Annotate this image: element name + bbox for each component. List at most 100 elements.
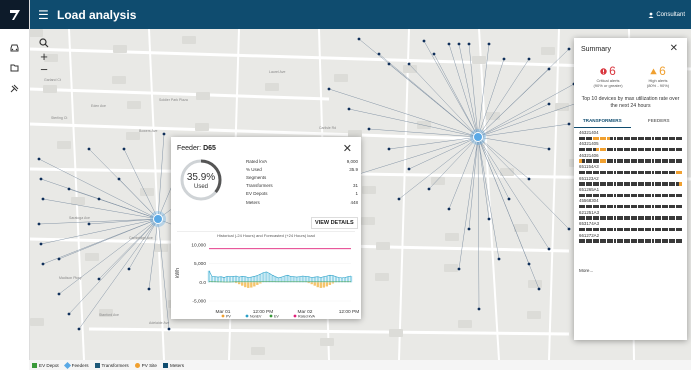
transformer-node[interactable] [327,87,331,91]
tab-transformers[interactable]: TRANSFORMERS [574,116,631,128]
transformer-node[interactable] [97,197,101,201]
transformer-node[interactable] [117,177,121,181]
transformer-node[interactable] [487,217,491,221]
y-axis-label: kWh [175,268,181,278]
transformer-node[interactable] [39,242,43,246]
device-item[interactable]: 661272A2 [579,233,683,245]
device-item[interactable]: 621251A3 [579,210,683,222]
pv-bar [250,282,253,288]
transformer-node[interactable] [432,52,436,56]
device-item[interactable]: 651265A1 [579,187,683,199]
transformer-node[interactable] [77,327,81,331]
transformer-node[interactable] [547,247,551,251]
transformer-node[interactable] [497,257,501,261]
transformer-node[interactable] [567,47,571,51]
device-item[interactable]: 651123A2 [579,176,683,188]
zoom-out-button[interactable]: − [38,63,50,77]
transformer-node[interactable] [357,37,361,41]
transformer-node[interactable] [387,62,391,66]
transformer-node[interactable] [447,42,451,46]
nonev-bar [231,276,235,283]
gauge-label: Used [193,184,208,190]
transformer-node[interactable] [57,292,61,296]
transformer-node[interactable] [87,222,91,226]
transformer-node[interactable] [67,187,71,191]
transformer-node[interactable] [367,127,371,131]
transformer-node[interactable] [37,222,41,226]
device-item[interactable]: 46321405 [579,142,683,153]
tab-feeders[interactable]: FEEDERS [631,116,688,128]
transformer-node[interactable] [407,62,411,66]
transformer-node[interactable] [127,267,131,271]
menu-icon[interactable]: ☰ [38,8,52,22]
device-item[interactable]: 653174A3 [579,222,683,233]
nonev-bar [241,276,244,283]
transformer-node[interactable] [457,42,461,46]
transformer-node[interactable] [487,42,491,46]
legend-item[interactable]: Meters [163,362,184,368]
transformer-node[interactable] [457,267,461,271]
transformer-node[interactable] [41,262,45,266]
folder-icon[interactable] [0,59,29,77]
transformer-node[interactable] [87,147,91,151]
view-details-button[interactable]: VIEW DETAILS [311,217,358,229]
device-id: 45568304 [579,198,599,204]
transformer-node[interactable] [537,287,541,291]
user-menu[interactable]: Consultant [648,12,685,18]
transformer-node[interactable] [527,177,531,181]
transformer-node[interactable] [547,147,551,151]
transformer-node[interactable] [407,167,411,171]
car-icon[interactable] [0,39,29,57]
transformer-node[interactable] [527,262,531,266]
device-id: 651154A3 [579,164,599,170]
device-item[interactable]: 651154A3 [579,164,683,176]
transformer-node[interactable] [37,157,41,161]
more-link[interactable]: More... [579,268,593,273]
legend-item[interactable]: EV Depot [32,362,59,368]
transformer-node[interactable] [467,227,471,231]
transformer-node[interactable] [41,197,45,201]
transformer-node[interactable] [67,312,71,316]
legend-item[interactable]: PV Site [134,362,157,368]
transformer-node[interactable] [547,67,551,71]
tools-icon[interactable] [0,79,29,97]
pv-bar [307,282,310,284]
transformer-node[interactable] [57,257,61,261]
transformer-node[interactable] [507,197,511,201]
feeder-hub[interactable] [153,214,163,224]
transformer-node[interactable] [147,287,151,291]
close-icon[interactable]: ✕ [670,43,678,54]
close-icon[interactable]: ✕ [343,142,352,155]
device-item[interactable]: 46321404 [579,130,683,142]
transformer-node[interactable] [97,277,101,281]
legend-item[interactable]: Feeders [63,361,89,369]
transformer-node[interactable] [122,147,126,151]
pv-bar [247,282,250,288]
transformer-node[interactable] [397,197,401,201]
transformer-node[interactable] [502,57,506,61]
transformer-node[interactable] [347,107,351,111]
street-label: Carlisle Rd [319,126,336,130]
transformer-node[interactable] [567,122,571,126]
transformer-node[interactable] [39,177,43,181]
transformer-node[interactable] [477,307,481,311]
feeder-hub[interactable] [473,132,483,142]
transformer-node[interactable] [162,132,166,136]
device-item[interactable]: 45568304 [579,198,683,210]
device-item[interactable]: 46321406 [579,153,683,165]
transformer-node[interactable] [467,42,471,46]
divider [177,231,355,232]
transformer-node[interactable] [167,327,171,331]
transformer-node[interactable] [422,39,426,43]
transformer-node[interactable] [377,52,381,56]
stat-value: 35.9 [349,166,358,172]
transformer-node[interactable] [527,57,531,61]
legend-item[interactable]: Transformers [94,362,129,368]
transformer-node[interactable] [427,187,431,191]
transformer-node[interactable] [547,102,551,106]
transformer-node[interactable] [387,147,391,151]
stat-row: Transformers 31 [246,182,358,190]
transformer-node[interactable] [447,207,451,211]
y-tick-label: -5,000 [192,299,206,305]
transformer-node[interactable] [567,227,571,231]
